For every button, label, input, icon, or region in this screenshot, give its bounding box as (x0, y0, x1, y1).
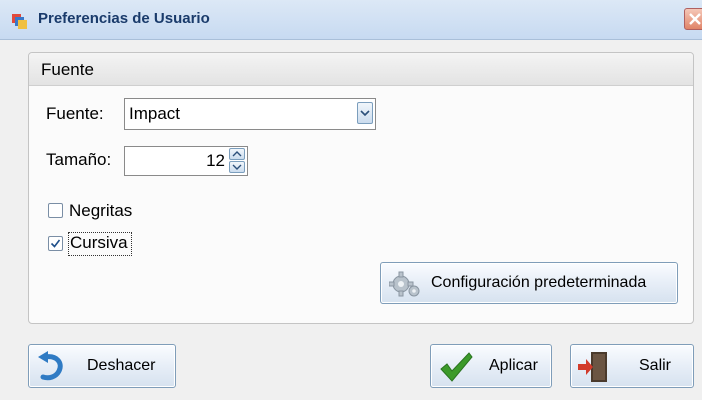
undo-arrow-icon (37, 351, 67, 387)
dropdown-arrow-button[interactable] (357, 102, 373, 124)
bold-label[interactable]: Negritas (69, 201, 132, 221)
font-select-value: Impact (129, 104, 181, 123)
font-label: Fuente: (46, 104, 104, 123)
title-bar[interactable]: Preferencias de Usuario (0, 0, 702, 40)
checkmark-icon (439, 351, 473, 387)
exit-door-icon (577, 350, 611, 388)
italic-label[interactable]: Cursiva (70, 233, 128, 253)
size-value[interactable]: 12 (206, 151, 225, 171)
font-select[interactable]: Impact (124, 98, 376, 130)
exit-button[interactable]: Salir (570, 344, 694, 388)
size-stepper[interactable]: 12 (124, 146, 248, 176)
exit-label: Salir (639, 357, 672, 374)
undo-label: Deshacer (87, 357, 156, 374)
group-header: Fuente (29, 53, 693, 86)
bold-checkbox[interactable] (48, 203, 63, 218)
default-settings-label: Configuración predeterminada (431, 274, 647, 291)
chevron-up-icon (232, 151, 242, 157)
size-label: Tamaño: (46, 150, 112, 169)
chevron-down-icon (360, 110, 370, 117)
gear-icon (388, 270, 421, 302)
group-title: Fuente (41, 60, 94, 79)
checkmark-icon (50, 239, 61, 248)
size-increase-button[interactable] (229, 148, 245, 160)
app-window-icon (12, 12, 30, 30)
window-title: Preferencias de Usuario (38, 10, 210, 27)
italic-checkbox[interactable] (48, 236, 63, 251)
chevron-down-icon (232, 164, 242, 170)
apply-button[interactable]: Aplicar (430, 344, 552, 388)
undo-button[interactable]: Deshacer (28, 344, 176, 388)
apply-label: Aplicar (489, 357, 538, 374)
close-icon (689, 13, 701, 25)
default-settings-button[interactable]: Configuración predeterminada (380, 262, 678, 304)
close-button[interactable] (684, 8, 702, 30)
size-decrease-button[interactable] (229, 161, 245, 173)
